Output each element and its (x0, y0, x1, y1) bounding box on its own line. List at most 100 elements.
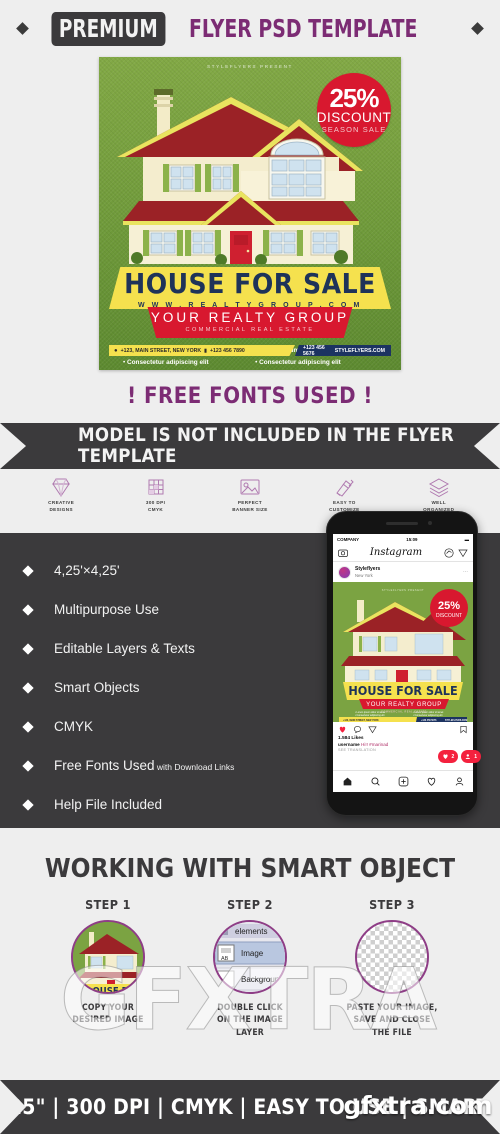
ribbon-notch-left-icon (0, 423, 26, 469)
feature-list-label: Free Fonts Used (54, 758, 155, 773)
feature-perfect-banner-size: PERFECT BANNER SIZE (221, 477, 279, 514)
discount-badge: 25% DISCOUNT SEASON SALE (317, 73, 391, 147)
svg-text:STYLEFLYERS PRESENT: STYLEFLYERS PRESENT (382, 588, 425, 592)
notif-follows-count: 1 (474, 753, 477, 760)
caption-text: Hi!! #marinad (361, 742, 389, 747)
svg-text:Image: Image (241, 949, 264, 958)
camera-icon[interactable] (338, 548, 348, 558)
svg-text:AB: AB (221, 956, 229, 962)
diamond-bullet-icon (22, 681, 34, 694)
feature-list-label: Help File Included (54, 797, 163, 812)
profile-icon[interactable] (454, 776, 465, 787)
smart-object-section: WORKING WITH SMART OBJECT STEP 1 OUSE F … (0, 828, 500, 1067)
mini-flyer-artwork: STYLEFLYERS PRESENT 25% DISCOUNT HOUSE F… (333, 582, 473, 722)
map-pin-icon: ● (114, 347, 118, 354)
phone-mockup: COMPANY 15:09 ▬ Instagram Styleflyers Ne… (326, 511, 481, 816)
smart-object-title: WORKING WITH SMART OBJECT (44, 854, 456, 884)
battery-icon: ▬ (464, 536, 469, 542)
step-heading: STEP 1 (85, 897, 131, 912)
flyer-presenter-line: STYLEFLYERS PRESENT (207, 64, 293, 69)
diamond-icon (471, 22, 485, 35)
more-dots-icon[interactable]: ⋯ (463, 569, 468, 575)
list-item: Editable Layers & Texts (22, 629, 270, 668)
feature-label: CREATIVE DESIGNS (48, 500, 75, 512)
feature-well-organized: WELL ORGANIZED (410, 477, 468, 514)
diamond-bullet-icon (22, 642, 34, 655)
layers-panel-thumb: elements AB Image Background (213, 920, 287, 994)
house-flyer-thumb: OUSE F (71, 920, 145, 994)
svg-text:+123 456 5676: +123 456 5676 (421, 719, 437, 722)
heart-icon[interactable] (338, 725, 347, 734)
instagram-tab-bar (333, 770, 473, 792)
flyer-headline-ribbon: HOUSE FOR SALE W W W . R E A L T Y G R O… (109, 267, 391, 309)
feature-list: 4,25'×4,25' Multipurpose Use Editable La… (0, 551, 270, 824)
discount-sub: SEASON SALE (321, 124, 387, 134)
pencil-ruler-icon (336, 479, 355, 497)
avatar[interactable] (338, 565, 351, 579)
step-1: STEP 1 OUSE F COPY YOUR DESIRED IMAGE (52, 897, 164, 1039)
step-heading: STEP 2 (227, 897, 273, 912)
bookmark-icon[interactable] (459, 725, 468, 734)
diamond-gem-icon (52, 478, 71, 497)
flyer-address: +123, MAIN STREET, NEW YORK (120, 347, 202, 354)
post-username[interactable]: Styleflyers (355, 566, 380, 572)
transparent-canvas-thumb (355, 920, 429, 994)
step-caption: DOUBLE CLICK ON THE IMAGE LAYER (216, 1003, 284, 1038)
person-add-icon (465, 754, 471, 759)
svg-text:STYLEFLYERS.COM: STYLEFLYERS.COM (445, 720, 467, 722)
template-preview-page: PREMIUM FLYER PSD TEMPLATE STYLEFLYERS P… (0, 0, 500, 1134)
phone-icon: ▮ (204, 347, 207, 354)
step-heading: STEP 3 (369, 897, 415, 912)
flyer-preview-wrap: STYLEFLYERS PRESENT 25% DISCOUNT SEASON … (0, 57, 500, 370)
search-icon[interactable] (370, 776, 381, 787)
activity-icon[interactable] (426, 776, 437, 787)
flyer-phone-2: +123 456 5676 (303, 344, 325, 357)
instagram-header: Instagram (333, 544, 473, 562)
notification-badges: 2 1 (438, 750, 481, 763)
svg-text:DISCOUNT: DISCOUNT (436, 613, 462, 619)
grid-cmyk-icon (148, 479, 164, 495)
layers-icon (428, 478, 449, 497)
diamond-bullet-icon (22, 798, 34, 811)
free-fonts-line: ! FREE FONTS USED ! (127, 384, 373, 409)
model-notice-text: MODEL IS NOT INCLUDED IN THE FLYER TEMPL… (78, 425, 454, 467)
add-post-icon[interactable] (398, 776, 409, 787)
share-icon[interactable] (368, 725, 377, 734)
features-dark-panel: 4,25'×4,25' Multipurpose Use Editable La… (0, 511, 500, 828)
paper-plane-icon[interactable] (458, 548, 468, 558)
bullet-item: Consectetur adipiscing elit (255, 357, 377, 369)
picture-icon (240, 479, 260, 495)
step-caption: PASTE YOUR IMAGE, SAVE AND CLOSE THE FILE (346, 1003, 438, 1038)
feature-label: WELL ORGANIZED (423, 500, 455, 512)
feature-label: PERFECT BANNER SIZE (232, 500, 268, 512)
flyer-phone-1: +123 456 7890 (209, 347, 245, 354)
heart-icon (443, 754, 449, 759)
list-item: CMYK (22, 707, 270, 746)
step-3: STEP 3 PASTE YOUR IMAGE, SAVE AND CLOSE TH… (336, 897, 448, 1039)
bullet-item: Consectetur adipiscing elit (123, 357, 245, 369)
discount-percent: 25% (329, 83, 379, 114)
feature-easy-to-customize: EASY TO CUSTOMIZE (315, 477, 373, 514)
diamond-bullet-icon (22, 720, 34, 733)
feature-list-label: Editable Layers & Texts (54, 641, 195, 656)
flyer-contact-bar: ● +123, MAIN STREET, NEW YORK ▮ +123 456… (109, 345, 391, 356)
diamond-bullet-icon (22, 564, 34, 577)
svg-text:25%: 25% (438, 600, 460, 612)
flyer-company-sub: COMMERCIAL REAL ESTATE (185, 327, 315, 333)
ribbon-notch-left-icon (0, 1080, 26, 1134)
list-item: Multipurpose Use (22, 590, 270, 629)
feature-label: 300 DPI CMYK (145, 500, 166, 512)
list-item: Help File Included (22, 785, 270, 824)
flyer-site: STYLEFLYERS.COM (334, 347, 385, 354)
svg-text:elements: elements (235, 927, 267, 936)
comment-icon[interactable] (353, 725, 362, 734)
status-carrier: COMPANY (337, 536, 360, 542)
home-icon[interactable] (342, 776, 353, 787)
page-title: FLYER PSD TEMPLATE (189, 14, 418, 43)
list-item: Smart Objects (22, 668, 270, 707)
flyer-company-name: YOUR REALTY GROUP (150, 310, 350, 325)
feature-list-label: Multipurpose Use (54, 602, 160, 617)
messenger-icon[interactable] (444, 547, 454, 558)
instagram-wordmark: Instagram (369, 547, 423, 558)
caption-username[interactable]: username (338, 742, 360, 747)
